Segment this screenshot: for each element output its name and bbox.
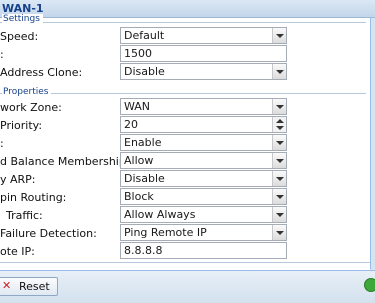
proxy-arp-select[interactable]: Disable xyxy=(120,170,287,187)
chevron-down-icon[interactable] xyxy=(272,225,286,240)
chevron-down-icon[interactable] xyxy=(272,207,286,222)
section-general-title: Settings xyxy=(2,14,43,24)
row-failure-detection: Failure Detection: Ping Remote IP xyxy=(0,223,370,243)
footer-toolbar: ✕ Reset xyxy=(0,270,375,303)
mtu-input[interactable]: 1500 xyxy=(120,45,287,62)
traffic-label: Traffic: xyxy=(6,209,43,222)
row-traffic: Traffic: Allow Always xyxy=(0,205,370,225)
priority-stepper[interactable]: 20 xyxy=(120,116,287,133)
remote-ip-label: ote IP: xyxy=(0,245,35,258)
reset-button[interactable]: ✕ Reset xyxy=(0,277,58,296)
chevron-down-icon[interactable] xyxy=(272,153,286,168)
row-proxy-arp: y ARP: Disable xyxy=(0,169,370,189)
failure-detection-label: Failure Detection: xyxy=(0,227,97,240)
row-remote-ip: ote IP: 8.8.8.8 xyxy=(0,241,370,261)
hairpin-select[interactable]: Block xyxy=(120,188,287,205)
row-link-speed: Speed: Default xyxy=(0,26,370,46)
mtu-label: : xyxy=(0,48,4,61)
section-properties-title: Properties xyxy=(2,87,52,97)
row-load-balance: d Balance Membership: Allow xyxy=(0,151,370,171)
chevron-down-icon[interactable] xyxy=(272,99,286,114)
mac-clone-label: Address Clone: xyxy=(0,66,83,79)
chevron-down-icon[interactable] xyxy=(272,171,286,186)
priority-label: Priority: xyxy=(0,119,43,132)
chevron-down-icon[interactable] xyxy=(272,189,286,204)
enable-label: : xyxy=(0,137,4,150)
enable-select[interactable]: Enable xyxy=(120,134,287,151)
load-balance-label: d Balance Membership: xyxy=(0,155,130,168)
network-zone-label: work Zone: xyxy=(0,101,62,114)
load-balance-select[interactable]: Allow xyxy=(120,152,287,169)
row-enable: : Enable xyxy=(0,133,370,153)
link-speed-label: Speed: xyxy=(0,30,39,43)
row-priority: Priority: 20 xyxy=(0,115,370,135)
chevron-down-icon[interactable] xyxy=(272,28,286,43)
row-mac-clone: Address Clone: Disable xyxy=(0,62,370,82)
link-speed-select[interactable]: Default xyxy=(120,27,287,44)
row-mtu: : 1500 xyxy=(0,44,370,64)
row-network-zone: work Zone: WAN xyxy=(0,97,370,117)
hairpin-label: pin Routing: xyxy=(0,191,67,204)
chevron-down-icon[interactable] xyxy=(272,64,286,79)
proxy-arp-label: y ARP: xyxy=(0,173,36,186)
network-zone-select[interactable]: WAN xyxy=(120,98,287,115)
settings-panel: Settings Speed: Default : 1500 Address C… xyxy=(0,14,371,269)
traffic-select[interactable]: Allow Always xyxy=(120,206,287,223)
chevron-down-icon[interactable] xyxy=(272,135,286,150)
row-hairpin-routing: pin Routing: Block xyxy=(0,187,370,207)
close-icon: ✕ xyxy=(2,279,12,292)
status-ok-icon[interactable] xyxy=(364,278,375,292)
spinner-icon[interactable] xyxy=(272,117,286,132)
failure-detection-select[interactable]: Ping Remote IP xyxy=(120,224,287,241)
mac-clone-select[interactable]: Disable xyxy=(120,63,287,80)
remote-ip-input[interactable]: 8.8.8.8 xyxy=(120,242,287,259)
